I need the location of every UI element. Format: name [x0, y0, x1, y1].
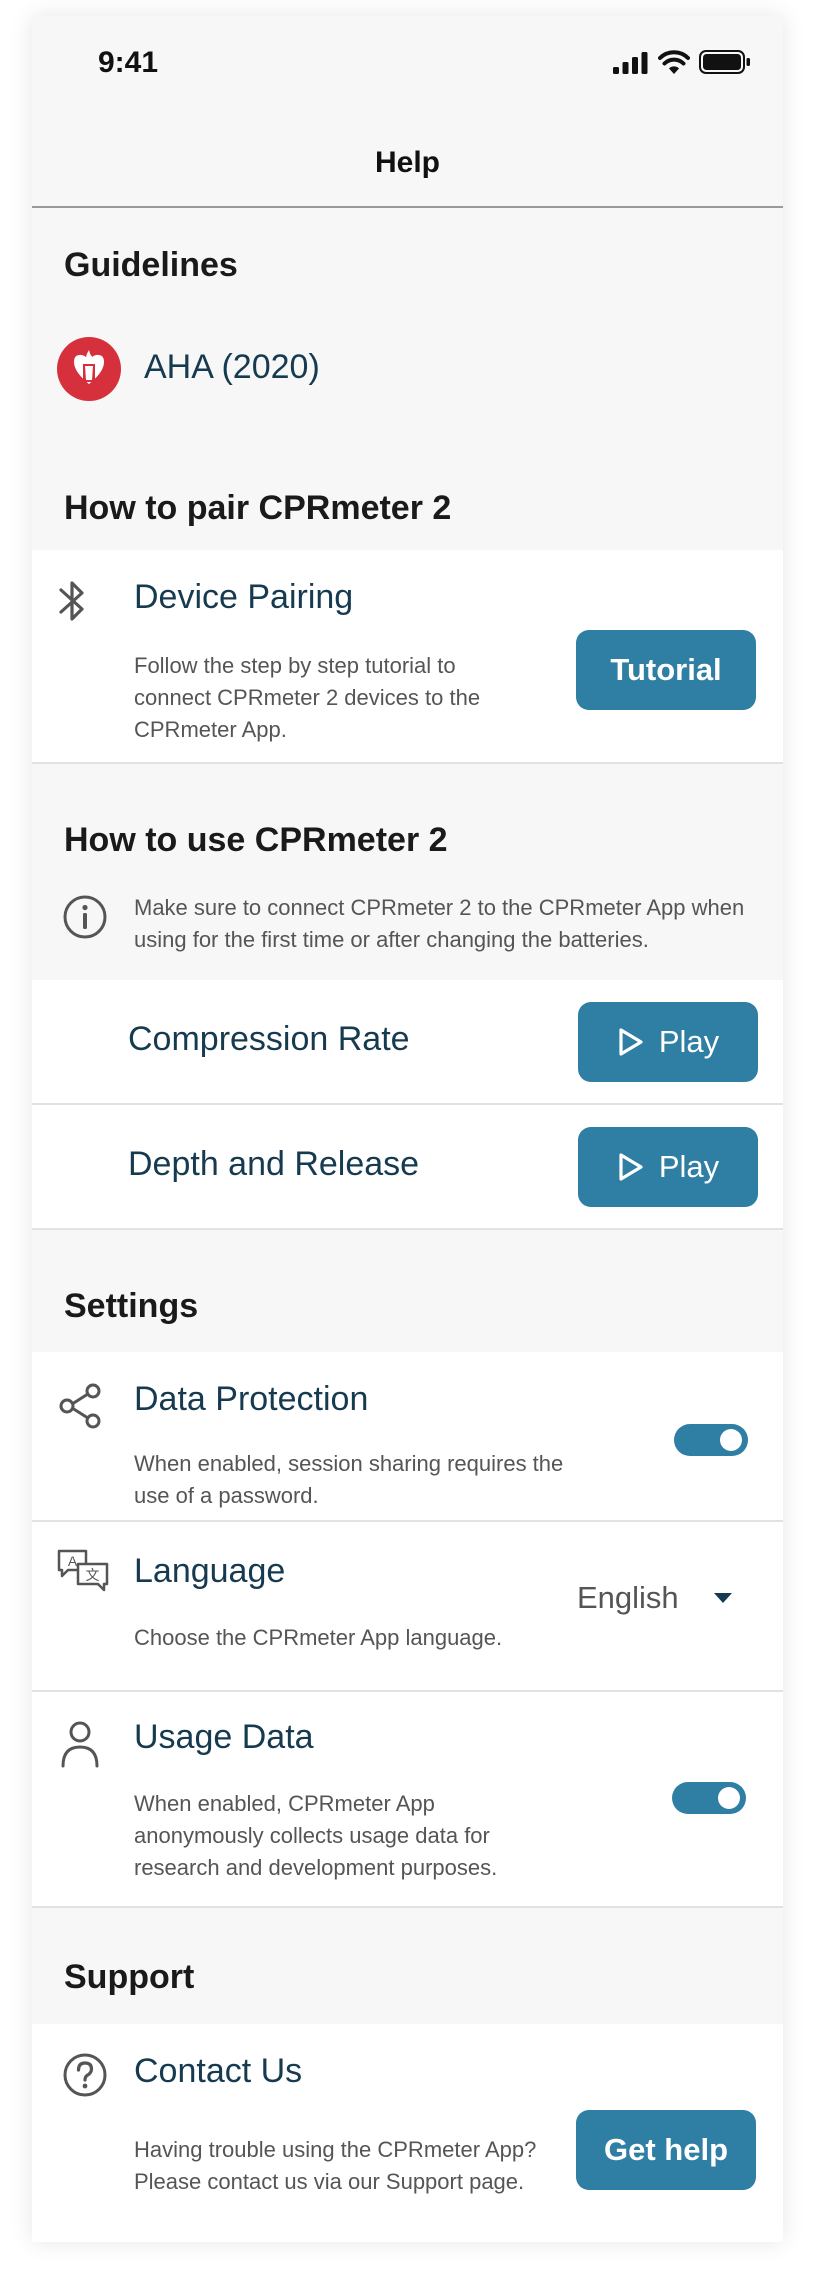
toggle-knob: [720, 1429, 742, 1451]
guideline-item[interactable]: AHA (2020): [32, 334, 783, 404]
play-button[interactable]: Play: [578, 1002, 758, 1082]
device-pairing-title: Device Pairing: [134, 578, 354, 616]
device-pairing-description: Follow the step by step tutorial to conn…: [134, 653, 481, 742]
play-icon: [619, 1028, 643, 1056]
video-row: Compression Rate Play: [32, 980, 783, 1103]
language-select[interactable]: English: [577, 1576, 747, 1620]
cellular-signal-icon: [613, 52, 648, 74]
help-icon: [63, 2053, 107, 2097]
status-bar: 9:41: [32, 16, 783, 106]
data-protection-toggle[interactable]: [674, 1424, 748, 1456]
guidelines-section-title: Guidelines: [64, 246, 238, 284]
data-protection-row: Data Protection When enabled, session sh…: [32, 1352, 783, 1520]
language-row: A 文 Language Choose the CPRmeter App lan…: [32, 1522, 783, 1690]
chevron-down-icon: [714, 1593, 732, 1603]
usage-section-title: How to use CPRmeter 2: [64, 821, 448, 859]
svg-text:A: A: [68, 1553, 78, 1569]
nav-bar: Help: [32, 106, 783, 208]
contact-us-description: Having trouble using the CPRmeter App? P…: [134, 2137, 537, 2194]
usage-data-toggle[interactable]: [672, 1782, 746, 1814]
settings-section-title: Settings: [64, 1287, 199, 1325]
wifi-icon: [658, 50, 690, 74]
play-button-label: Play: [658, 1149, 720, 1184]
get-help-button[interactable]: Get help: [576, 2110, 756, 2190]
tutorial-button[interactable]: Tutorial: [576, 630, 756, 710]
language-description: Choose the CPRmeter App language.: [134, 1625, 503, 1650]
play-icon: [619, 1153, 643, 1181]
svg-text:文: 文: [86, 1568, 100, 1584]
language-icon: A 文: [57, 1549, 109, 1592]
info-icon: [63, 895, 107, 939]
guideline-label: AHA (2020): [144, 348, 320, 386]
status-icons: [613, 50, 751, 74]
user-icon: [61, 1721, 99, 1768]
usage-info-text: Make sure to connect CPRmeter 2 to the C…: [134, 895, 745, 952]
data-protection-title: Data Protection: [134, 1380, 369, 1418]
divider: [32, 1906, 783, 1908]
share-icon: [59, 1383, 101, 1429]
contact-us-title: Contact Us: [134, 2052, 303, 2090]
status-time: 9:41: [98, 46, 159, 79]
phone-screen: 9:41 Help Guidelines AHA (2020) How to p…: [32, 16, 783, 2242]
divider: [32, 1228, 783, 1230]
device-pairing-card: Device Pairing Follow the step by step t…: [32, 550, 783, 762]
play-button-label: Play: [658, 1024, 720, 1059]
page-title: Help: [374, 146, 440, 179]
language-select-value: English: [577, 1580, 679, 1615]
support-section-title: Support: [64, 1958, 195, 1996]
data-protection-description: When enabled, session sharing requires t…: [134, 1451, 564, 1508]
usage-data-description: When enabled, CPRmeter App anonymously c…: [134, 1791, 498, 1880]
bluetooth-icon: [59, 581, 84, 621]
usage-data-row: Usage Data When enabled, CPRmeter App an…: [32, 1692, 783, 1906]
contact-us-card: Contact Us Having trouble using the CPRm…: [32, 2024, 783, 2242]
pairing-section-title: How to pair CPRmeter 2: [64, 489, 452, 527]
battery-icon: [699, 50, 750, 74]
aha-logo-icon: [57, 337, 121, 401]
play-button[interactable]: Play: [578, 1127, 758, 1207]
usage-data-title: Usage Data: [134, 1718, 314, 1756]
video-label: Compression Rate: [128, 1020, 410, 1058]
language-title: Language: [134, 1552, 286, 1590]
video-label: Depth and Release: [128, 1145, 420, 1183]
toggle-knob: [718, 1787, 740, 1809]
video-row: Depth and Release Play: [32, 1105, 783, 1228]
divider: [32, 762, 783, 764]
